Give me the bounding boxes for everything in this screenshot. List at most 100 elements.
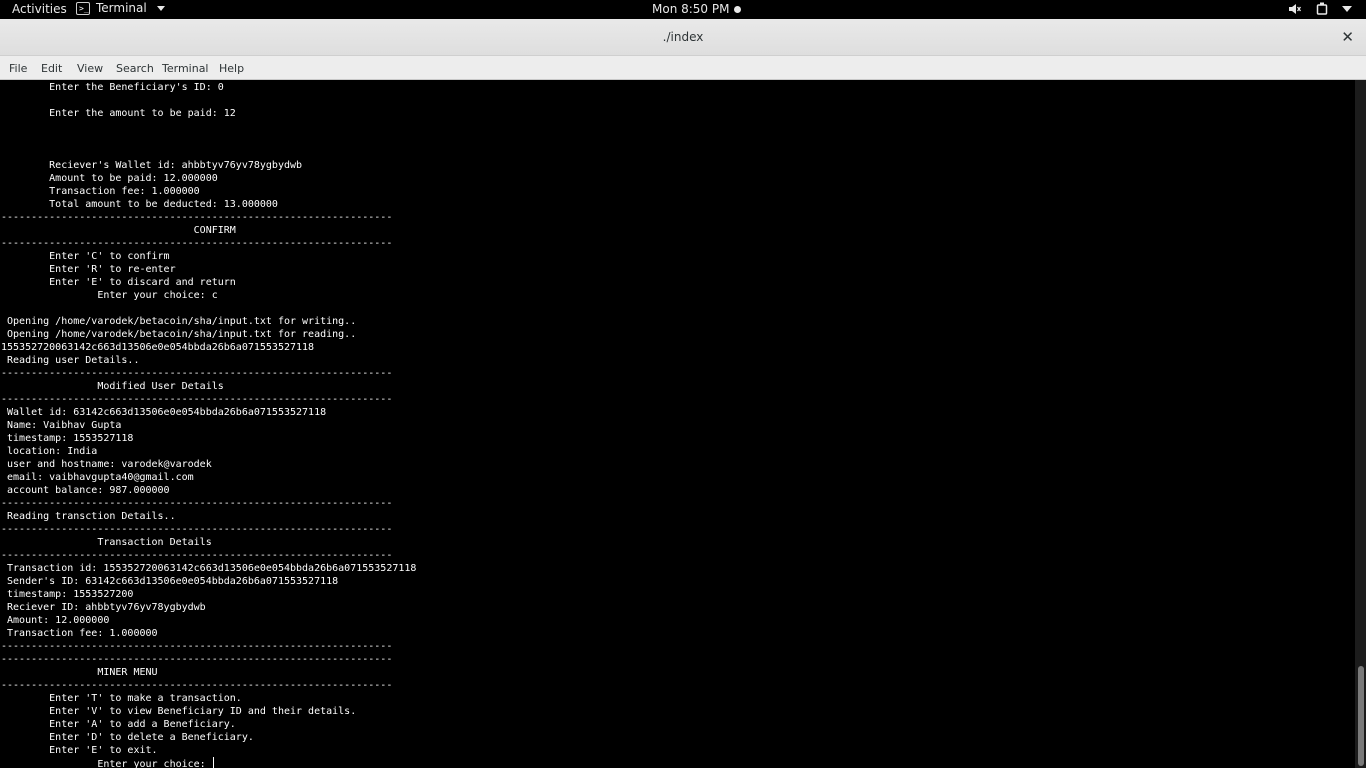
- terminal-line: Transaction fee: 1.000000: [1, 185, 416, 198]
- terminal-line: Enter your choice: c: [1, 289, 416, 302]
- terminal-line-text: Enter 'R' to re-enter: [1, 264, 176, 275]
- terminal-line-text: ----------------------------------------…: [1, 680, 393, 691]
- terminal-line: Amount: 12.000000: [1, 614, 416, 627]
- terminal-line: Transaction fee: 1.000000: [1, 627, 416, 640]
- terminal-line-text: ----------------------------------------…: [1, 524, 393, 535]
- terminal-line: Wallet id: 63142c663d13506e0e054bbda26b6…: [1, 406, 416, 419]
- terminal-line-text: Reciever ID: ahbbtyv76yv78ygbydwb: [1, 602, 206, 613]
- terminal-line-text: Enter 'V' to view Beneficiary ID and the…: [1, 706, 357, 717]
- window-title: ./index: [662, 30, 704, 44]
- chevron-down-icon[interactable]: [1342, 5, 1352, 12]
- terminal-line-text: ----------------------------------------…: [1, 238, 393, 249]
- terminal-line-text: email: vaibhavgupta40@gmail.com: [1, 472, 194, 483]
- terminal-line-text: timestamp: 1553527200: [1, 589, 134, 600]
- menu-search[interactable]: Search: [116, 62, 154, 75]
- menu-file[interactable]: File: [9, 62, 27, 75]
- terminal-line-text: ----------------------------------------…: [1, 212, 393, 223]
- terminal-line: 155352720063142c663d13506e0e054bbda26b6a…: [1, 341, 416, 354]
- terminal-line-text: ----------------------------------------…: [1, 368, 393, 379]
- system-tray[interactable]: [1288, 2, 1352, 15]
- terminal-line: ----------------------------------------…: [1, 679, 416, 692]
- terminal-line: ----------------------------------------…: [1, 367, 416, 380]
- terminal-icon: >_: [76, 1, 90, 15]
- terminal-line-text: Total amount to be deducted: 13.000000: [1, 199, 278, 210]
- clock-label: Mon 8:50 PM: [652, 2, 730, 16]
- terminal-line: Reciever's Wallet id: ahbbtyv76yv78ygbyd…: [1, 159, 416, 172]
- terminal-line: Transaction id: 155352720063142c663d1350…: [1, 562, 416, 575]
- terminal-output[interactable]: Enter the Beneficiary's ID: 0 Enter the …: [0, 80, 1355, 768]
- terminal-line-text: Transaction id: 155352720063142c663d1350…: [1, 563, 417, 574]
- terminal-line-text: Enter 'A' to add a Beneficiary.: [1, 719, 236, 730]
- terminal-line: Reading user Details..: [1, 354, 416, 367]
- app-menu-label: Terminal: [96, 1, 147, 15]
- terminal-line: user and hostname: varodek@varodek: [1, 458, 416, 471]
- close-icon[interactable]: ✕: [1341, 28, 1354, 46]
- terminal-line: Enter 'T' to make a transaction.: [1, 692, 416, 705]
- terminal-line-text: Enter 'E' to exit.: [1, 745, 158, 756]
- gnome-top-bar: Activities >_ Terminal Mon 8:50 PM: [0, 0, 1366, 19]
- terminal-line: Enter 'R' to re-enter: [1, 263, 416, 276]
- terminal-line-text: ----------------------------------------…: [1, 498, 393, 509]
- terminal-line: Transaction Details: [1, 536, 416, 549]
- terminal-line: ----------------------------------------…: [1, 211, 416, 224]
- terminal-line-text: account balance: 987.000000: [1, 485, 170, 496]
- terminal-line-text: ----------------------------------------…: [1, 550, 393, 561]
- terminal-line: Reciever ID: ahbbtyv76yv78ygbydwb: [1, 601, 416, 614]
- power-icon[interactable]: [1316, 2, 1328, 15]
- terminal-line-text: ----------------------------------------…: [1, 654, 393, 665]
- terminal-line: account balance: 987.000000: [1, 484, 416, 497]
- terminal-line: Sender's ID: 63142c663d13506e0e054bbda26…: [1, 575, 416, 588]
- terminal-line-text: 155352720063142c663d13506e0e054bbda26b6a…: [1, 342, 315, 353]
- terminal-line: ----------------------------------------…: [1, 237, 416, 250]
- terminal-line: Enter your choice:: [1, 757, 416, 768]
- terminal-line-text: CONFIRM: [1, 225, 236, 236]
- menu-terminal[interactable]: Terminal: [162, 62, 209, 75]
- activities-button[interactable]: Activities: [12, 2, 67, 16]
- terminal-line-text: ----------------------------------------…: [1, 641, 393, 652]
- terminal-line: ----------------------------------------…: [1, 549, 416, 562]
- menu-view[interactable]: View: [77, 62, 103, 75]
- terminal-line-text: Opening /home/varodek/betacoin/sha/input…: [1, 329, 357, 340]
- terminal-line-text: MINER MENU: [1, 667, 158, 678]
- window-titlebar[interactable]: ./index ✕: [0, 19, 1366, 56]
- terminal-line: ----------------------------------------…: [1, 523, 416, 536]
- terminal-line: timestamp: 1553527200: [1, 588, 416, 601]
- terminal-line-text: Reciever's Wallet id: ahbbtyv76yv78ygbyd…: [1, 160, 303, 171]
- terminal-line-text: Amount: 12.000000: [1, 615, 110, 626]
- menubar: File Edit View Search Terminal Help: [0, 56, 1366, 80]
- terminal-line: Name: Vaibhav Gupta: [1, 419, 416, 432]
- terminal-line: ----------------------------------------…: [1, 653, 416, 666]
- menu-help[interactable]: Help: [219, 62, 244, 75]
- terminal-line-text: Sender's ID: 63142c663d13506e0e054bbda26…: [1, 576, 339, 587]
- terminal-line-text: Reading user Details..: [1, 355, 140, 366]
- terminal-line-text: Opening /home/varodek/betacoin/sha/input…: [1, 316, 357, 327]
- scrollbar-thumb[interactable]: [1358, 666, 1364, 766]
- terminal-line: Enter 'A' to add a Beneficiary.: [1, 718, 416, 731]
- terminal-line-text: Enter 'C' to confirm: [1, 251, 170, 262]
- terminal-lines: Enter the Beneficiary's ID: 0 Enter the …: [1, 81, 416, 768]
- terminal-line-text: Transaction fee: 1.000000: [1, 628, 158, 639]
- terminal-line: Amount to be paid: 12.000000: [1, 172, 416, 185]
- clock[interactable]: Mon 8:50 PM: [652, 2, 742, 16]
- terminal-line-text: Enter 'T' to make a transaction.: [1, 693, 242, 704]
- terminal-line-text: Enter your choice: c: [1, 290, 218, 301]
- menu-edit[interactable]: Edit: [41, 62, 62, 75]
- volume-muted-icon[interactable]: [1288, 3, 1302, 15]
- terminal-line: email: vaibhavgupta40@gmail.com: [1, 471, 416, 484]
- terminal-line-text: Enter the Beneficiary's ID: 0: [1, 82, 224, 93]
- terminal-line-text: Wallet id: 63142c663d13506e0e054bbda26b6…: [1, 407, 327, 418]
- terminal-line-text: user and hostname: varodek@varodek: [1, 459, 212, 470]
- notification-dot-icon: [734, 5, 742, 13]
- terminal-line: Enter 'E' to exit.: [1, 744, 416, 757]
- terminal-scrollbar[interactable]: [1355, 80, 1366, 768]
- terminal-line: Enter 'C' to confirm: [1, 250, 416, 263]
- terminal-line: Modified User Details: [1, 380, 416, 393]
- terminal-line: Reading transction Details..: [1, 510, 416, 523]
- terminal-line: Total amount to be deducted: 13.000000: [1, 198, 416, 211]
- app-menu[interactable]: >_ Terminal: [76, 1, 165, 15]
- terminal-line: ----------------------------------------…: [1, 497, 416, 510]
